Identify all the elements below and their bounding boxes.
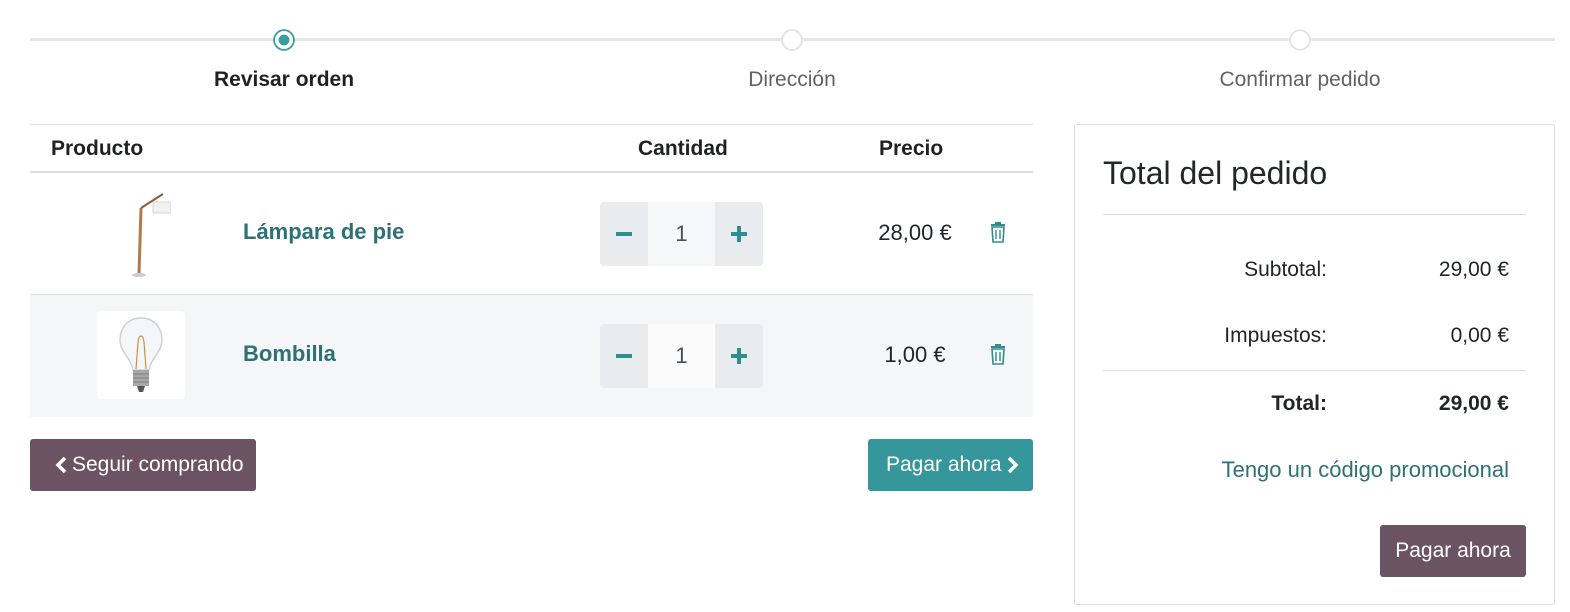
checkout-progress: Revisar orden Dirección Confirmar pedido	[30, 28, 1555, 98]
continue-shopping-button[interactable]: Seguir comprando	[30, 439, 256, 491]
product-image-light-bulb[interactable]	[97, 311, 185, 399]
product-name-link[interactable]: Lámpara de pie	[243, 219, 404, 245]
divider	[1103, 214, 1526, 215]
increase-quantity-button[interactable]	[715, 324, 763, 388]
trash-icon	[991, 344, 1005, 365]
product-name-link[interactable]: Bombilla	[243, 341, 336, 367]
decrease-quantity-button[interactable]	[600, 324, 648, 388]
table-row: Bombilla 1 1,00 €	[30, 295, 1033, 417]
total-label: Total:	[1271, 392, 1327, 415]
cart-table-header: Producto Cantidad Precio	[30, 124, 1033, 173]
taxes-label: Impuestos:	[1224, 324, 1327, 347]
step-label: Dirección	[748, 68, 836, 91]
quantity-stepper: 1	[600, 324, 763, 388]
product-price: 28,00 €	[878, 220, 952, 245]
increase-quantity-button[interactable]	[715, 202, 763, 266]
order-summary-card: Total del pedido Subtotal: 29,00 € Impue…	[1074, 124, 1555, 605]
step-confirm-order: Confirmar pedido	[1150, 28, 1450, 92]
total-value: 29,00 €	[1438, 392, 1509, 415]
subtotal-label: Subtotal:	[1244, 258, 1327, 281]
step-dot-icon	[1289, 29, 1311, 51]
subtotal-value: 29,00 €	[1438, 258, 1509, 281]
quantity-input[interactable]: 1	[648, 202, 715, 266]
trash-icon	[991, 222, 1005, 243]
quantity-input[interactable]: 1	[648, 324, 715, 388]
decrease-quantity-button[interactable]	[600, 202, 648, 266]
step-address: Dirección	[642, 28, 942, 92]
chevron-left-icon	[55, 456, 67, 474]
summary-title: Total del pedido	[1103, 155, 1328, 191]
quantity-stepper: 1	[600, 202, 763, 266]
table-row: Lámpara de pie 1 28,00 €	[30, 173, 1033, 295]
plus-icon	[731, 226, 747, 242]
divider	[1103, 370, 1526, 371]
step-label: Confirmar pedido	[1219, 68, 1381, 91]
remove-item-button[interactable]	[988, 221, 1008, 245]
step-label: Revisar orden	[213, 68, 355, 91]
step-dot-icon	[781, 29, 803, 51]
product-image-floor-lamp[interactable]	[97, 189, 185, 277]
step-active-dot-icon	[273, 29, 295, 51]
product-price: 1,00 €	[884, 342, 946, 367]
column-header-quantity: Cantidad	[638, 137, 728, 160]
continue-shopping-label: Seguir comprando	[72, 453, 244, 476]
pay-now-label: Pagar ahora	[886, 453, 1002, 476]
minus-icon	[616, 354, 632, 358]
promo-code-link[interactable]: Tengo un código promocional	[1222, 457, 1509, 483]
column-header-price: Precio	[879, 137, 944, 160]
taxes-value: 0,00 €	[1450, 324, 1509, 347]
step-review-order: Revisar orden	[134, 28, 434, 92]
chevron-right-icon	[1007, 456, 1019, 474]
remove-item-button[interactable]	[988, 343, 1008, 367]
summary-pay-now-button[interactable]: Pagar ahora	[1380, 525, 1526, 577]
pay-now-button[interactable]: Pagar ahora	[868, 439, 1033, 491]
plus-icon	[731, 348, 747, 364]
cart-table: Producto Cantidad Precio Lámpara de pie …	[30, 124, 1033, 417]
column-header-product: Producto	[51, 137, 144, 160]
minus-icon	[616, 232, 632, 236]
